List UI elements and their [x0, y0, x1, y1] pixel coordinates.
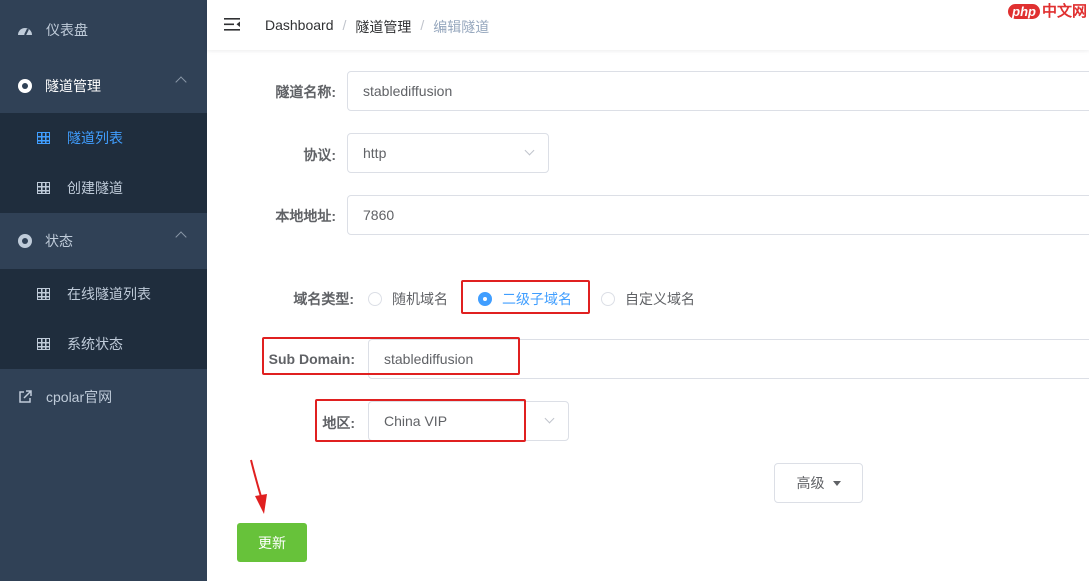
breadcrumb-section[interactable]: 隧道管理: [355, 17, 411, 37]
highlight-box: [315, 399, 526, 442]
arrow-annotation-icon: [250, 459, 267, 514]
sidebar-label: 在线隧道列表: [67, 286, 151, 302]
sidebar-label: cpolar官网: [46, 389, 113, 405]
chevron-down-icon: [524, 145, 535, 156]
table-icon: [37, 132, 50, 144]
radio-circle: [368, 292, 382, 306]
lifebuoy-icon: [17, 233, 33, 249]
watermark-logo: php 中文网: [1008, 0, 1087, 21]
sidebar-item-cpolar-site[interactable]: cpolar官网: [0, 371, 207, 423]
table-icon: [37, 182, 50, 194]
sidebar: 仪表盘 隧道管理 隧道列表 创建隧道 状态 在线隧道列表 系统状态 cpolar…: [0, 0, 207, 581]
breadcrumb: Dashboard / 隧道管理 / 编辑隧道: [265, 17, 489, 37]
protocol-value: http: [363, 145, 387, 161]
update-button[interactable]: 更新: [237, 523, 307, 562]
chevron-up-icon: [175, 76, 187, 88]
sidebar-item-create-tunnel[interactable]: 创建隧道: [0, 163, 207, 213]
radio-label: 自定义域名: [625, 291, 695, 307]
menu-fold-icon[interactable]: [224, 18, 240, 31]
top-navbar: Dashboard / 隧道管理 / 编辑隧道 php 中文网: [207, 0, 1089, 50]
tunnel-name-label: 隧道名称:: [275, 84, 336, 100]
breadcrumb-current: 编辑隧道: [433, 19, 490, 35]
sidebar-item-system-status[interactable]: 系统状态: [0, 319, 207, 369]
breadcrumb-home[interactable]: Dashboard: [265, 17, 334, 37]
sidebar-label: 状态: [45, 233, 73, 249]
external-link-icon: [17, 389, 33, 405]
highlight-box: [461, 280, 590, 314]
sidebar-label: 隧道管理: [45, 78, 101, 94]
sidebar-label: 系统状态: [67, 336, 123, 352]
sidebar-item-dashboard[interactable]: 仪表盘: [0, 4, 207, 56]
highlight-box: [262, 337, 520, 375]
radio-custom-domain[interactable]: 自定义域名: [601, 289, 695, 309]
breadcrumb-separator: /: [420, 17, 425, 33]
chevron-down-icon: [544, 413, 555, 424]
table-icon: [37, 288, 50, 300]
sidebar-group-status[interactable]: 状态: [0, 215, 207, 267]
radio-random-domain[interactable]: 随机域名: [368, 289, 448, 309]
domain-type-label: 域名类型:: [293, 291, 354, 307]
advanced-label: 高级: [796, 475, 825, 491]
caret-down-icon: [832, 480, 841, 486]
table-icon: [37, 338, 50, 350]
advanced-button[interactable]: 高级: [774, 463, 863, 503]
protocol-select[interactable]: http: [347, 133, 549, 173]
watermark-text: 中文网: [1041, 3, 1087, 20]
local-address-input[interactable]: 7860: [347, 195, 1089, 235]
protocol-label: 协议:: [303, 147, 336, 163]
sidebar-label: 创建隧道: [67, 180, 123, 196]
sidebar-item-tunnel-list[interactable]: 隧道列表: [0, 113, 207, 163]
watermark-badge: php: [1008, 4, 1040, 19]
local-address-label: 本地地址:: [275, 208, 336, 224]
tunnel-name-input[interactable]: stablediffusion: [347, 71, 1089, 111]
lifebuoy-icon: [17, 78, 33, 94]
sidebar-group-tunnel-mgmt[interactable]: 隧道管理: [0, 60, 207, 112]
breadcrumb-separator: /: [342, 17, 347, 33]
sidebar-label: 仪表盘: [46, 22, 88, 38]
sidebar-label: 隧道列表: [67, 130, 123, 146]
radio-label: 随机域名: [392, 291, 448, 307]
chevron-up-icon: [175, 231, 187, 243]
sidebar-item-online-tunnels[interactable]: 在线隧道列表: [0, 269, 207, 319]
dashboard-icon: [17, 22, 33, 38]
radio-circle: [601, 292, 615, 306]
